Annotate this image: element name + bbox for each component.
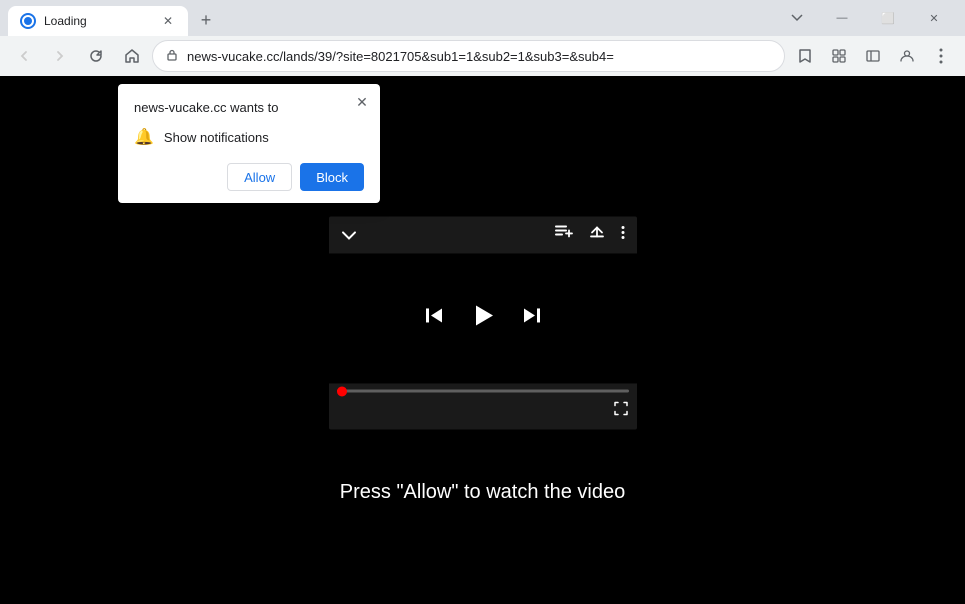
popup-notification-row: 🔔 Show notifications [134, 127, 364, 147]
popup-buttons: Allow Block [134, 163, 364, 191]
close-button[interactable]: ✕ [911, 0, 957, 36]
video-top-bar [329, 216, 637, 253]
video-area [329, 253, 637, 383]
title-bar: Loading ✕ + — ⬜ ✕ [0, 0, 965, 36]
lock-icon [165, 48, 179, 65]
home-button[interactable] [116, 40, 148, 72]
more-options-icon[interactable] [621, 225, 625, 244]
sidebar-button[interactable] [857, 40, 889, 72]
notification-text: Show notifications [164, 130, 269, 145]
new-tab-button[interactable]: + [192, 6, 220, 34]
next-button[interactable] [521, 304, 543, 332]
browser-window: Loading ✕ + — ⬜ ✕ [0, 0, 965, 604]
page-content: ✕ news-vucake.cc wants to 🔔 Show notific… [0, 76, 965, 604]
popup-title: news-vucake.cc wants to [134, 100, 364, 115]
video-player [329, 216, 637, 429]
tab-title: Loading [44, 14, 152, 28]
extension-button[interactable] [823, 40, 855, 72]
window-controls: — ⬜ ✕ [819, 0, 957, 36]
video-progress[interactable] [329, 383, 637, 396]
fullscreen-button[interactable] [613, 400, 629, 421]
press-allow-text: Press "Allow" to watch the video [340, 481, 625, 504]
url-text: news-vucake.cc/lands/39/?site=8021705&su… [187, 49, 772, 64]
play-button[interactable] [469, 301, 497, 336]
popup-close-button[interactable]: ✕ [352, 92, 372, 112]
bookmark-button[interactable] [789, 40, 821, 72]
collapse-tabs-button[interactable] [783, 3, 811, 31]
video-collapse-icon[interactable] [341, 227, 357, 243]
share-icon[interactable] [589, 224, 605, 245]
bell-icon: 🔔 [134, 127, 154, 147]
add-to-queue-icon[interactable] [555, 225, 573, 244]
tab-favicon [20, 13, 36, 29]
video-top-right-controls [555, 224, 625, 245]
back-button[interactable] [8, 40, 40, 72]
menu-button[interactable] [925, 40, 957, 72]
restore-button[interactable]: ⬜ [865, 0, 911, 36]
active-tab[interactable]: Loading ✕ [8, 6, 188, 36]
minimize-button[interactable]: — [819, 0, 865, 36]
notification-popup: ✕ news-vucake.cc wants to 🔔 Show notific… [118, 84, 380, 203]
reload-button[interactable] [80, 40, 112, 72]
tab-strip: Loading ✕ + [8, 0, 783, 36]
prev-button[interactable] [423, 304, 445, 332]
account-button[interactable] [891, 40, 923, 72]
forward-button[interactable] [44, 40, 76, 72]
tab-close-button[interactable]: ✕ [160, 13, 176, 29]
progress-track[interactable] [337, 389, 629, 392]
nav-bar: news-vucake.cc/lands/39/?site=8021705&su… [0, 36, 965, 76]
address-bar[interactable]: news-vucake.cc/lands/39/?site=8021705&su… [152, 40, 785, 72]
progress-dot [337, 386, 347, 396]
allow-button[interactable]: Allow [227, 163, 292, 191]
nav-right-buttons [789, 40, 957, 72]
block-button[interactable]: Block [300, 163, 364, 191]
video-bottom-bar [329, 396, 637, 429]
